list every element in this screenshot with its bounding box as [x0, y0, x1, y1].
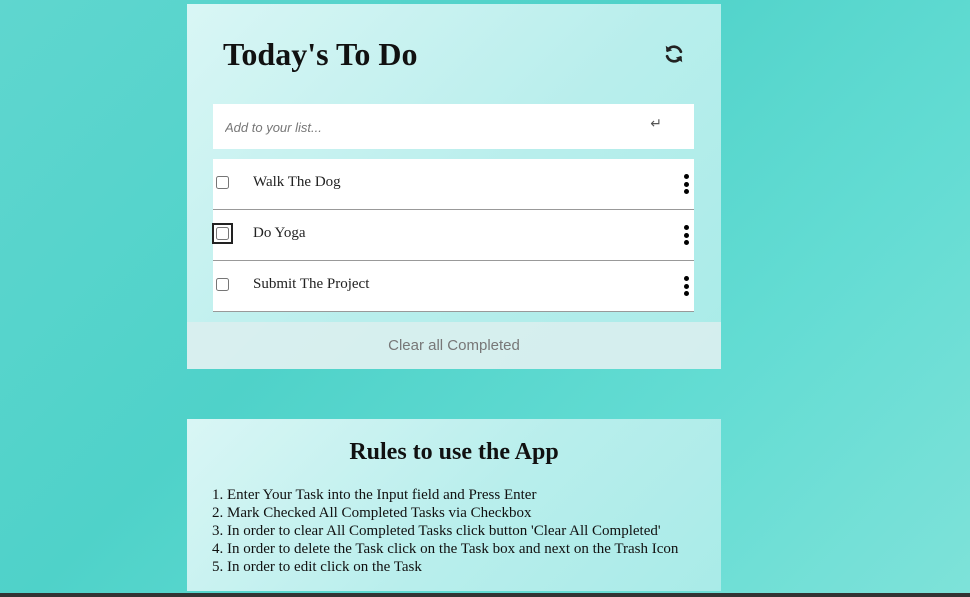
enter-icon[interactable]: ↵	[650, 116, 662, 132]
rule-item: In order to clear All Completed Tasks cl…	[227, 522, 678, 540]
rule-item: Mark Checked All Completed Tasks via Che…	[227, 504, 678, 522]
task-label[interactable]: Walk The Dog	[253, 174, 341, 191]
add-task-input[interactable]	[223, 104, 627, 151]
rule-item: In order to delete the Task click on the…	[227, 540, 678, 558]
task-list: Walk The Dog Do Yoga Submit The Project	[212, 159, 694, 312]
rules-list: Enter Your Task into the Input field and…	[209, 486, 678, 576]
todo-card: Today's To Do ↵ Walk The Dog Do Yoga Su	[187, 4, 721, 369]
clear-completed-label: Clear all Completed	[388, 337, 520, 354]
clear-completed-button[interactable]: Clear all Completed	[187, 322, 721, 369]
more-options-icon[interactable]	[683, 174, 689, 194]
rule-item: In order to edit click on the Task	[227, 558, 678, 576]
page-title: Today's To Do	[223, 36, 418, 72]
add-task-box: ↵	[213, 104, 694, 151]
refresh-icon[interactable]	[663, 43, 685, 65]
more-options-icon[interactable]	[683, 276, 689, 296]
task-checkbox[interactable]	[216, 176, 229, 189]
task-label[interactable]: Do Yoga	[253, 225, 306, 242]
rule-item: Enter Your Task into the Input field and…	[227, 486, 678, 504]
rules-title: Rules to use the App	[349, 439, 559, 465]
task-item[interactable]: Do Yoga	[212, 210, 694, 261]
todo-header: Today's To Do	[223, 34, 685, 80]
more-options-icon[interactable]	[683, 225, 689, 245]
task-item[interactable]: Walk The Dog	[213, 159, 694, 210]
window-bottom-edge	[0, 593, 970, 597]
rules-card: Rules to use the App Enter Your Task int…	[187, 419, 721, 591]
task-item[interactable]: Submit The Project	[213, 261, 694, 312]
task-checkbox[interactable]	[212, 223, 233, 244]
task-checkbox[interactable]	[216, 278, 229, 291]
task-label[interactable]: Submit The Project	[253, 276, 369, 293]
